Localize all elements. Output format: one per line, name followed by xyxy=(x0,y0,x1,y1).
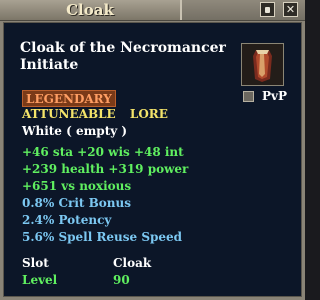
lock-button[interactable] xyxy=(260,2,275,17)
close-button[interactable]: ✕ xyxy=(283,2,298,17)
level-value: 90 xyxy=(113,273,130,287)
slot-value: Cloak xyxy=(113,256,152,270)
stat-line: 2.4% Potency xyxy=(22,213,112,227)
pvp-label: PvP xyxy=(262,89,288,103)
pvp-checkbox[interactable] xyxy=(243,91,254,102)
item-flags: ATTUNEABLE LORE xyxy=(22,107,168,121)
title-tab: Cloak xyxy=(0,0,182,20)
item-examine-window: Cloak ✕ Cloak of the Necromancer Initiat… xyxy=(0,0,305,300)
lock-icon xyxy=(265,7,270,13)
item-name: Cloak of the Necromancer Initiate xyxy=(20,40,226,73)
stat-line: 0.8% Crit Bonus xyxy=(22,196,131,210)
adornment-slot: White ( empty ) xyxy=(22,124,128,138)
tier-badge: LEGENDARY xyxy=(22,90,116,107)
level-label: Level xyxy=(22,273,58,287)
flag-lore: LORE xyxy=(129,107,168,121)
slot-label: Slot xyxy=(22,256,49,270)
stat-line: 5.6% Spell Reuse Speed xyxy=(22,230,183,244)
window-title: Cloak xyxy=(66,1,114,19)
stat-line: +46 sta +20 wis +48 int xyxy=(22,145,184,159)
cloak-icon[interactable] xyxy=(241,43,284,86)
stat-line: +239 health +319 power xyxy=(22,162,189,176)
close-icon: ✕ xyxy=(285,3,296,16)
flag-attuneable: ATTUNEABLE xyxy=(22,107,116,121)
stat-line: +651 vs noxious xyxy=(22,179,132,193)
title-bar[interactable]: Cloak ✕ xyxy=(0,0,305,21)
